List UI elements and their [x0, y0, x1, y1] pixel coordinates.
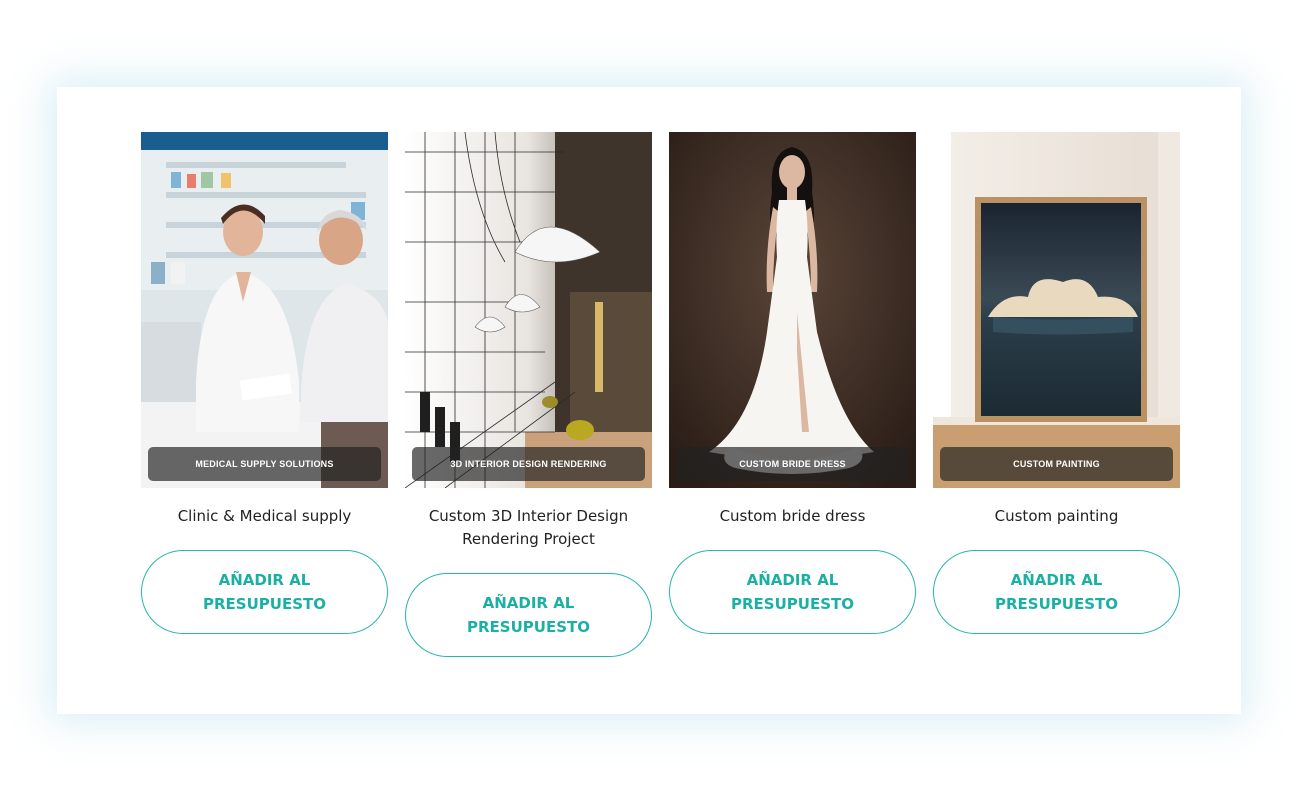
- card-caption: CUSTOM PAINTING: [940, 447, 1173, 481]
- add-to-quote-button-label: AÑADIR AL PRESUPUESTO: [731, 571, 854, 613]
- product-image-bride-dress[interactable]: CUSTOM BRIDE DRESS: [669, 132, 916, 488]
- add-to-quote-button[interactable]: AÑADIR AL PRESUPUESTO: [933, 550, 1180, 634]
- card-caption: 3D INTERIOR DESIGN RENDERING: [412, 447, 645, 481]
- card-caption: CUSTOM BRIDE DRESS: [676, 447, 909, 481]
- add-to-quote-button[interactable]: AÑADIR AL PRESUPUESTO: [405, 573, 652, 657]
- product-image-medical[interactable]: MEDICAL SUPPLY SOLUTIONS: [141, 132, 388, 488]
- product-image-interior[interactable]: 3D INTERIOR DESIGN RENDERING: [405, 132, 652, 488]
- cloud-painting-photo: [933, 132, 1180, 488]
- interior-wireframe-render-photo: [405, 132, 652, 488]
- page: MEDICAL SUPPLY SOLUTIONS Clinic & Medica…: [0, 0, 1300, 803]
- add-to-quote-button[interactable]: AÑADIR AL PRESUPUESTO: [669, 550, 916, 634]
- add-to-quote-button[interactable]: AÑADIR AL PRESUPUESTO: [141, 550, 388, 634]
- add-to-quote-button-label: AÑADIR AL PRESUPUESTO: [995, 571, 1118, 613]
- card-title: Clinic & Medical supply: [177, 507, 352, 525]
- card-title: Custom bride dress: [719, 507, 866, 525]
- product-card-bride-dress: CUSTOM BRIDE DRESS Custom bride dress AÑ…: [669, 132, 916, 634]
- product-card-medical: MEDICAL SUPPLY SOLUTIONS Clinic & Medica…: [141, 132, 388, 634]
- add-to-quote-button-label: AÑADIR AL PRESUPUESTO: [203, 571, 326, 613]
- bride-dress-photo: [669, 132, 916, 488]
- card-caption: MEDICAL SUPPLY SOLUTIONS: [148, 447, 381, 481]
- add-to-quote-button-label: AÑADIR AL PRESUPUESTO: [467, 594, 590, 636]
- card-title: Custom 3D Interior Design Rendering Proj…: [428, 507, 629, 548]
- product-image-painting[interactable]: CUSTOM PAINTING: [933, 132, 1180, 488]
- card-title: Custom painting: [994, 507, 1119, 525]
- pharmacist-with-customer-photo: [141, 132, 388, 488]
- product-card-interior: 3D INTERIOR DESIGN RENDERING Custom 3D I…: [405, 132, 652, 657]
- product-card-painting: CUSTOM PAINTING Custom painting AÑADIR A…: [933, 132, 1180, 634]
